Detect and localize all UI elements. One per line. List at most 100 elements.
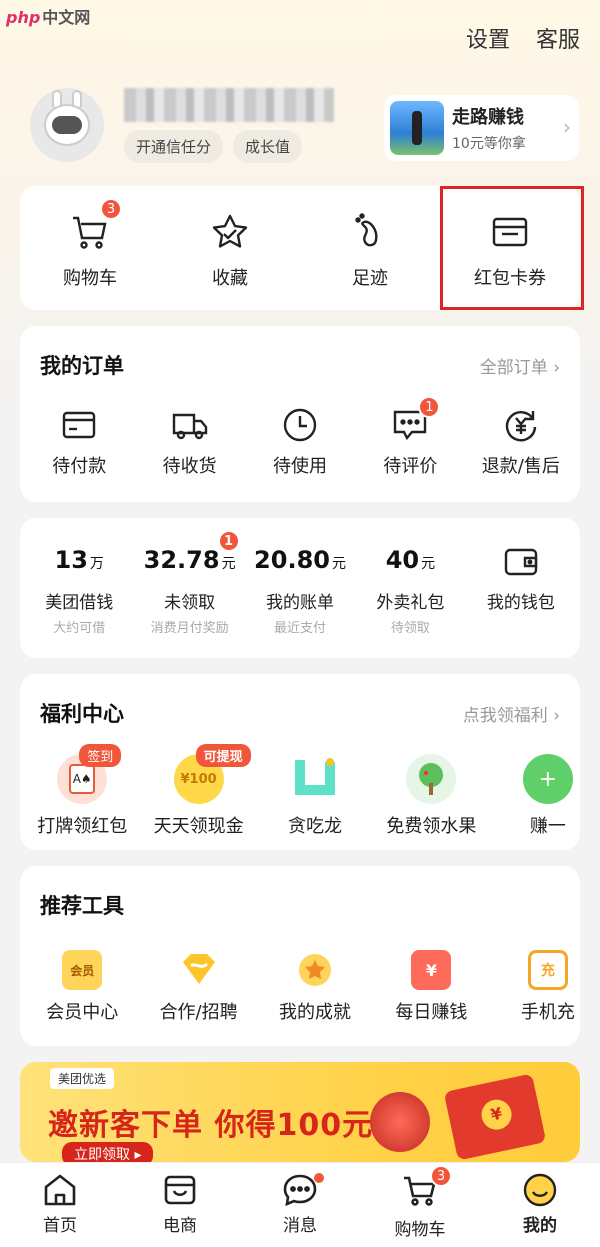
tab-messages[interactable]: 消息 (240, 1163, 360, 1247)
finance-unclaimed[interactable]: 32.78 元 1 未领取 消费月付奖励 (134, 530, 244, 636)
welfare-link[interactable]: 点我领福利 › (463, 701, 560, 726)
order-refund[interactable]: 退款/售后 (466, 406, 576, 478)
message-icon (283, 1174, 317, 1207)
customer-service-button[interactable]: 客服 (536, 22, 580, 54)
coin-icon: ¥100 可提现 (173, 744, 251, 804)
plus-icon: + (522, 754, 573, 804)
message-dot (314, 1173, 324, 1183)
welfare-badge: 可提现 (195, 744, 251, 767)
order-label: 待评价 (383, 456, 438, 477)
order-label: 待付款 (52, 456, 107, 477)
welfare-snake-game[interactable]: 贪吃龙 (257, 754, 373, 838)
finance-takeout-gift[interactable]: 40 元 外卖礼包 待领取 (355, 546, 465, 636)
star-icon (212, 214, 248, 248)
promo-banner[interactable]: 美团优选 邀新客下单 你得100元 立即领取 ▸ (20, 1062, 580, 1162)
order-pending-receipt[interactable]: 待收货 (134, 406, 244, 478)
watermark-brand: php (6, 8, 41, 27)
finance-wallet[interactable]: 我的钱包 (466, 546, 576, 636)
welfare-label: 打牌领红包 (37, 816, 128, 837)
finance-label: 我的账单 (266, 593, 335, 613)
tool-member-center[interactable]: 会员 会员中心 (24, 950, 140, 1024)
settings-button[interactable]: 设置 (466, 22, 510, 54)
finance-label: 外卖礼包 (376, 593, 445, 613)
review-badge: 1 (418, 396, 441, 418)
order-label: 待使用 (273, 456, 328, 477)
finance-value: 32.78 (143, 546, 220, 574)
orders-title: 我的订单 (40, 354, 124, 378)
finance-unit: 元 (221, 556, 236, 572)
tab-mine[interactable]: 我的 (480, 1163, 600, 1247)
phone-recharge-icon: 充 (527, 950, 568, 990)
bottom-tab-bar: 首页 电商 消息 3 购物车 我的 (0, 1162, 600, 1247)
finance-sub: 大约可借 (53, 621, 106, 636)
tab-label: 首页 (43, 1216, 77, 1236)
trust-score-tag[interactable]: 开通信任分 (124, 130, 224, 163)
profile-section (30, 88, 104, 162)
tab-ecommerce[interactable]: 电商 (120, 1163, 240, 1247)
tools-title: 推荐工具 (40, 894, 124, 918)
order-pending-payment[interactable]: 待付款 (24, 406, 134, 478)
walk-subtitle: 10元等你拿 (452, 136, 526, 152)
finance-unit: 万 (89, 556, 104, 572)
tool-label: 手机充 (520, 1002, 575, 1023)
avatar[interactable] (30, 88, 104, 162)
welfare-label: 免费领水果 (386, 816, 477, 837)
tool-achievements[interactable]: 我的成就 (257, 950, 373, 1024)
tab-label: 购物车 (394, 1220, 446, 1240)
tool-label: 我的成就 (279, 1002, 352, 1023)
tool-phone-recharge[interactable]: 充 手机充 (490, 950, 580, 1024)
welfare-daily-cash[interactable]: ¥100 可提现 天天领现金 (140, 744, 256, 838)
finance-loan[interactable]: 13 万 美团借钱 大约可借 (24, 546, 134, 636)
unclaimed-badge: 1 (217, 530, 240, 552)
order-label: 退款/售后 (481, 456, 560, 477)
growth-value-tag[interactable]: 成长值 (233, 130, 303, 163)
tab-label: 电商 (163, 1216, 197, 1236)
highlight-box (440, 186, 584, 310)
tool-cooperation[interactable]: 合作/招聘 (140, 950, 256, 1024)
walk-earn-card[interactable]: 走路赚钱 10元等你拿 › (384, 95, 579, 161)
walker-thumbnail (390, 101, 444, 155)
welfare-label: 天天领现金 (153, 816, 244, 837)
tab-cart[interactable]: 3 购物车 (360, 1163, 480, 1247)
playing-card-icon: A♠ 签到 (57, 744, 122, 804)
welfare-earn[interactable]: + 赚一 (490, 754, 580, 838)
all-orders-link[interactable]: 全部订单 › (480, 353, 560, 378)
fruit-image (370, 1092, 430, 1152)
finance-label: 我的钱包 (486, 593, 555, 613)
finance-bill[interactable]: 20.80 元 我的账单 最近支付 (245, 546, 355, 636)
chevron-right-icon: › (563, 115, 571, 139)
tool-label: 合作/招聘 (159, 1002, 238, 1023)
finance-sub: 待领取 (390, 621, 430, 636)
footprint-icon (355, 213, 378, 247)
orders-card: 我的订单 全部订单 › 待付款 待收货 待使用 1 待评价 退款/售后 (20, 326, 580, 502)
welfare-label: 贪吃龙 (288, 816, 343, 837)
quick-cart[interactable]: 3 购物车 (20, 198, 160, 290)
finance-sub: 最近支付 (274, 621, 327, 636)
quick-footprint[interactable]: 足迹 (300, 208, 440, 290)
welfare-card-game[interactable]: A♠ 签到 打牌领红包 (24, 744, 140, 838)
recharge-icon-text: 充 (540, 963, 555, 979)
tool-daily-earn[interactable]: ¥ 每日赚钱 (373, 950, 489, 1024)
tool-label: 每日赚钱 (395, 1002, 468, 1023)
welfare-free-fruit[interactable]: 免费领水果 (373, 754, 489, 838)
quick-label: 购物车 (63, 268, 117, 289)
banner-brand: 美团优选 (50, 1068, 115, 1089)
shop-bag-icon (164, 1175, 196, 1205)
daily-earn-icon-text: ¥ (425, 960, 437, 980)
order-pending-review[interactable]: 1 待评价 (355, 396, 465, 478)
finance-value: 13 (54, 546, 88, 574)
truck-icon (172, 413, 207, 440)
banner-claim-button[interactable]: 立即领取 ▸ (62, 1142, 154, 1162)
quick-label: 收藏 (212, 268, 248, 289)
order-pending-use[interactable]: 待使用 (245, 406, 355, 478)
welfare-title: 福利中心 (40, 702, 124, 726)
top-bar: 设置 客服 (466, 22, 580, 54)
username-blurred[interactable] (124, 88, 334, 122)
quick-favorites[interactable]: 收藏 (160, 208, 300, 290)
order-label: 待收货 (162, 456, 217, 477)
finance-value: 20.80 (254, 546, 330, 574)
home-icon (44, 1174, 76, 1206)
card-payment-icon (63, 411, 96, 439)
finance-label: 美团借钱 (45, 593, 114, 613)
tab-home[interactable]: 首页 (0, 1163, 120, 1247)
